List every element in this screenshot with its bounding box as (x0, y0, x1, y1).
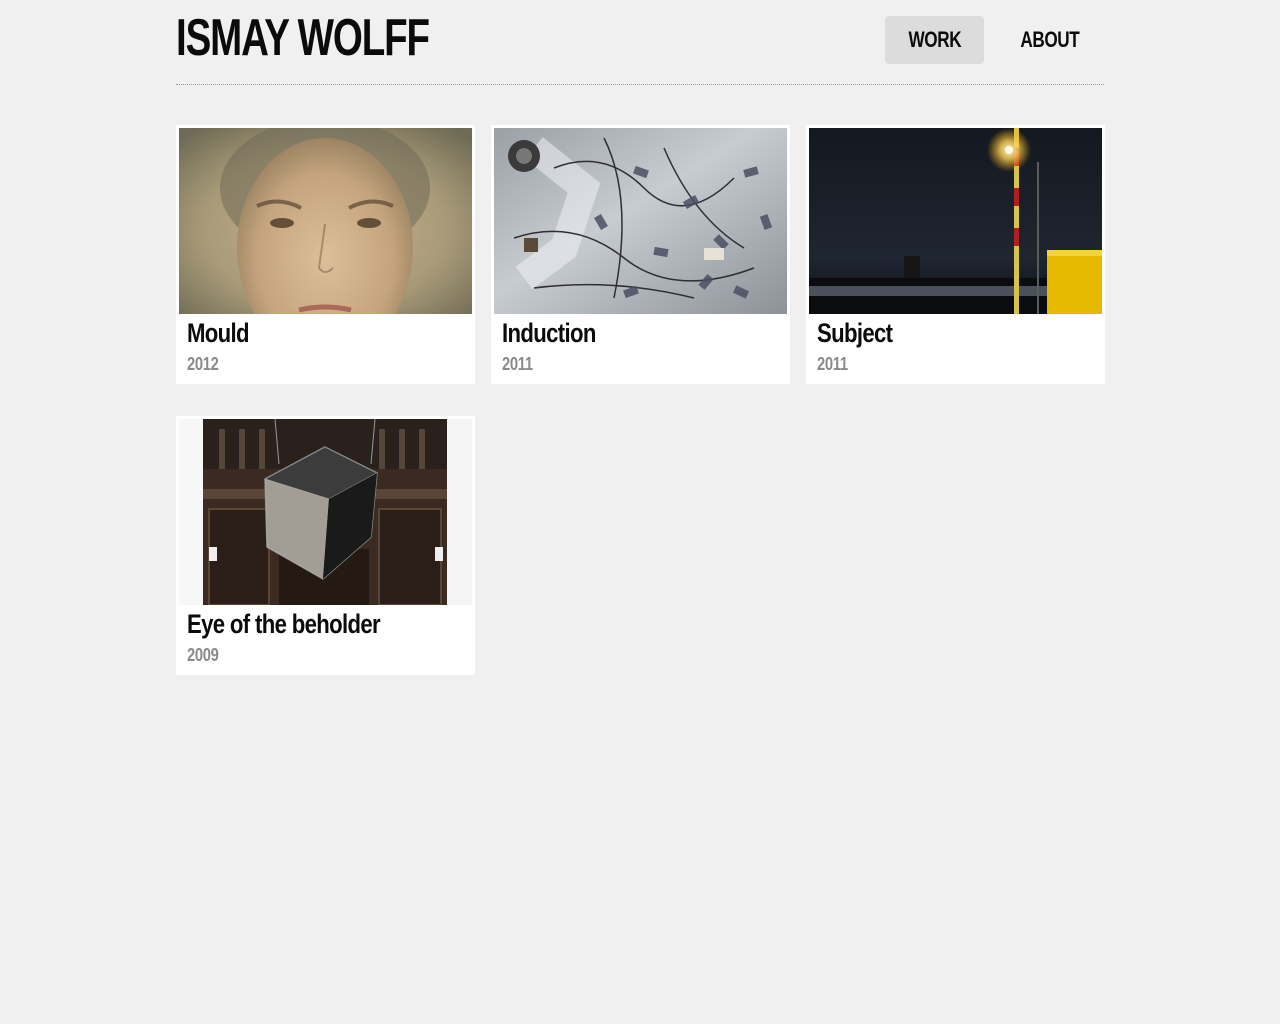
work-thumbnail-face-portrait[interactable] (179, 128, 472, 314)
nav-work[interactable]: WORK (884, 16, 985, 64)
work-title: Subject (817, 318, 893, 348)
main-nav: WORK ABOUT (884, 16, 1104, 64)
work-year: 2011 (502, 354, 533, 374)
work-title: Mould (187, 318, 250, 348)
work-year: 2012 (187, 354, 219, 374)
work-grid: Mould 2012 Induction 2011 Subject 2011 E… (176, 125, 1105, 675)
nav-work-label: WORK (908, 27, 961, 52)
work-thumbnail-hanging-cube-in-church[interactable] (179, 419, 472, 605)
work-year: 2011 (817, 354, 848, 374)
work-title: Induction (502, 318, 596, 348)
work-thumbnail-night-streetlight[interactable] (809, 128, 1102, 314)
work-card-induction[interactable]: Induction 2011 (491, 125, 790, 384)
page: ISMAY WOLFF WORK ABOUT Mould 2012 Induct… (176, 0, 1105, 675)
work-year: 2009 (187, 645, 219, 665)
work-card-subject[interactable]: Subject 2011 (806, 125, 1105, 384)
work-thumbnail-wires-on-floor[interactable] (494, 128, 787, 314)
site-title[interactable]: ISMAY WOLFF (176, 8, 430, 68)
work-title: Eye of the beholder (187, 609, 381, 639)
work-card-mould[interactable]: Mould 2012 (176, 125, 475, 384)
work-card-eye-of-the-beholder[interactable]: Eye of the beholder 2009 (176, 416, 475, 675)
site-header: ISMAY WOLFF WORK ABOUT (176, 0, 1104, 85)
nav-about-label: ABOUT (1020, 27, 1080, 52)
nav-about[interactable]: ABOUT (996, 16, 1104, 64)
